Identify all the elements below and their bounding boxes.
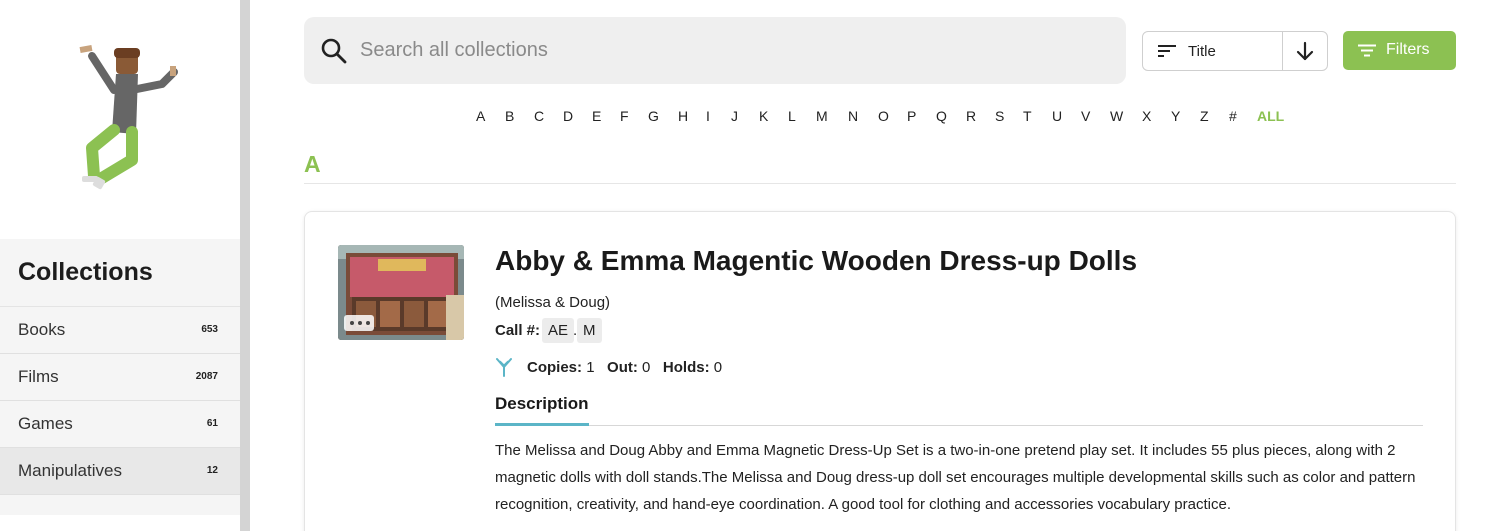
branch-icon [496,358,512,377]
sidebar-item-label: Books [18,320,66,339]
item-tabs: Description [495,394,1423,426]
alpha-link-t[interactable]: T [1023,108,1032,124]
tab-description[interactable]: Description [495,394,589,426]
app-root: Collections Books 653 Films 2087 Games 6… [0,0,1500,531]
sidebar-item-count: 2087 [195,371,218,382]
sidebar-item-count: 61 [206,418,218,429]
sidebar-item-games[interactable]: Games 61 [0,401,240,448]
item-publisher: (Melissa & Doug) [495,294,611,311]
collections-nav: Books 653 Films 2087 Games 61 Manipulati… [0,307,240,515]
section-letter-heading: A [304,151,321,177]
call-number-label: Call #: [495,322,541,339]
arrow-down-icon [1296,41,1314,61]
alpha-link-m[interactable]: M [816,108,828,124]
out-label: Out: [607,359,638,376]
copies-count: 1 [586,359,595,376]
alpha-link-q[interactable]: Q [936,108,947,124]
main-content: Title Filters A B C D E F [250,0,1500,531]
alphabet-index: A B C D E F G H I J K L M N O P Q R S T … [472,108,1292,128]
sidebar-item-label: Manipulatives [18,461,122,480]
sort-direction-button[interactable] [1283,32,1328,70]
search-input[interactable] [360,17,1100,84]
filter-lines-icon [1358,44,1376,57]
collections-title: Collections [18,258,153,286]
logo-dancing-figure [79,45,178,190]
search-bar [304,17,1126,84]
holds-label: Holds: [662,359,710,376]
sidebar-item-count: 12 [206,465,218,476]
alpha-link-d[interactable]: D [563,108,573,124]
description-text: The Melissa and Doug Abby and Emma Magne… [495,442,1416,513]
alpha-link-r[interactable]: R [966,108,976,124]
alpha-link-hash[interactable]: # [1229,108,1237,124]
item-thumbnail[interactable] [338,245,464,340]
sidebar-item-label: Games [18,414,73,433]
sidebar-item-count: 653 [201,324,218,335]
item-card: Abby & Emma Magentic Wooden Dress-up Dol… [304,211,1456,531]
alpha-link-j[interactable]: J [731,108,738,124]
alpha-link-p[interactable]: P [907,108,916,124]
filters-label: Filters [1386,41,1430,58]
alpha-link-v[interactable]: V [1081,108,1090,124]
sort-control: Title [1142,31,1328,71]
copies-label: Copies: [527,359,583,376]
alpha-link-u[interactable]: U [1052,108,1062,124]
alpha-link-n[interactable]: N [848,108,858,124]
search-icon [321,38,347,64]
sidebar-item-label: Films [18,367,59,386]
call-number-part: M [577,318,602,343]
sidebar-divider[interactable] [240,0,250,531]
alpha-link-k[interactable]: K [759,108,768,124]
alpha-link-s[interactable]: S [995,108,1004,124]
filters-button[interactable]: Filters [1343,31,1456,70]
alpha-link-a[interactable]: A [476,108,485,124]
alpha-link-z[interactable]: Z [1200,108,1209,124]
alpha-link-f[interactable]: F [620,108,629,124]
alpha-link-w[interactable]: W [1110,108,1123,124]
sidebar-item-books[interactable]: Books 653 [0,307,240,354]
collections-header: Collections [0,239,240,307]
alpha-link-l[interactable]: L [788,108,796,124]
alpha-link-all[interactable]: ALL [1257,108,1284,124]
availability-text: Copies: 1 Out: 0 Holds: 0 [527,359,722,376]
alpha-link-o[interactable]: O [878,108,889,124]
sort-field-label: Title [1188,43,1216,60]
alpha-link-x[interactable]: X [1142,108,1151,124]
holds-count: 0 [713,359,723,376]
alpha-link-h[interactable]: H [678,108,688,124]
section-divider [304,183,1456,184]
alpha-link-i[interactable]: I [706,108,710,124]
sidebar-footer [0,495,240,515]
alpha-link-y[interactable]: Y [1171,108,1180,124]
out-count: 0 [642,359,651,376]
sort-field-select[interactable]: Title [1143,32,1283,70]
sidebar-item-films[interactable]: Films 2087 [0,354,240,401]
alpha-link-g[interactable]: G [648,108,659,124]
call-number-part: AE [542,318,575,343]
sort-lines-icon [1158,45,1176,57]
alpha-link-c[interactable]: C [534,108,544,124]
item-title[interactable]: Abby & Emma Magentic Wooden Dress-up Dol… [495,245,1137,277]
sidebar: Collections Books 653 Films 2087 Games 6… [0,0,240,531]
alpha-link-e[interactable]: E [592,108,601,124]
sidebar-item-manipulatives[interactable]: Manipulatives 12 [0,448,240,495]
alpha-link-b[interactable]: B [505,108,514,124]
